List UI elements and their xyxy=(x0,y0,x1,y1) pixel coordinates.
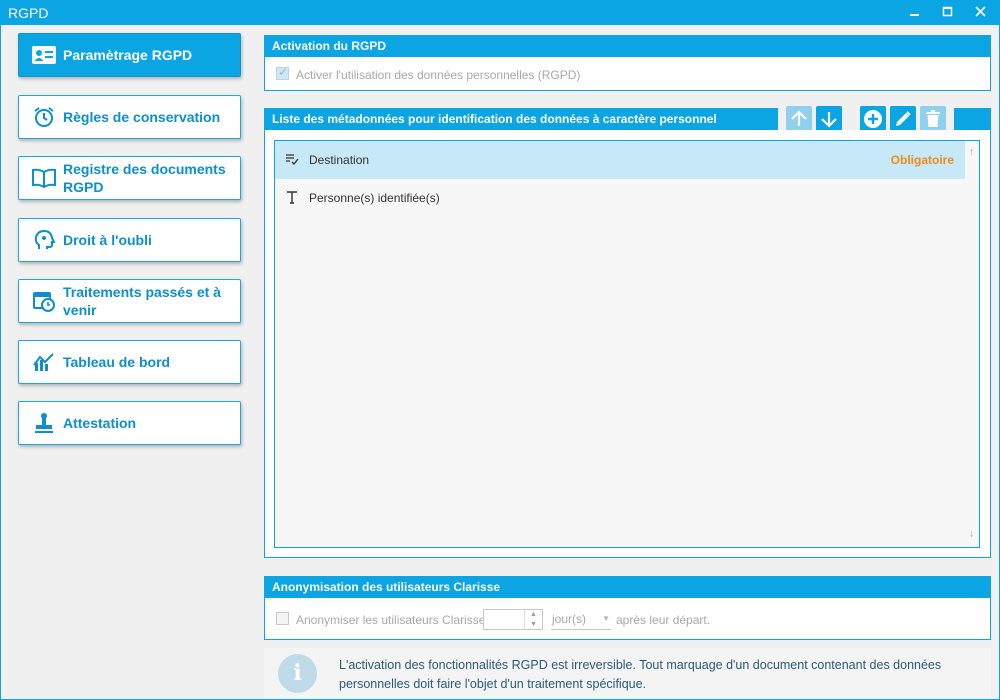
edit-button[interactable] xyxy=(890,106,916,132)
nav-label: Règles de conservation xyxy=(63,109,221,125)
nav-attestation[interactable]: Attestation xyxy=(18,401,241,445)
chart-trend-icon xyxy=(19,351,63,373)
calendar-clock-icon xyxy=(19,290,63,312)
nav-label: Registre des documents RGPD xyxy=(63,161,226,195)
minimize-icon xyxy=(910,14,919,16)
nav-label: Attestation xyxy=(63,415,137,431)
minimize-button[interactable] xyxy=(898,0,931,25)
anonymisation-panel: Anonymiser les utilisateurs Clarisse apr… xyxy=(264,598,991,640)
alarm-clock-icon xyxy=(19,106,63,128)
nav-label: Traitements passés et à venir xyxy=(63,284,221,318)
arrow-up-icon xyxy=(791,110,807,126)
activation-label: Activer l'utilisation des données person… xyxy=(296,68,581,82)
nav-regles-conservation[interactable]: Règles de conservation xyxy=(18,95,241,139)
metadata-header: Liste des métadonnées pour identificatio… xyxy=(264,108,778,130)
anonymisation-checkbox[interactable] xyxy=(276,612,289,625)
pencil-icon xyxy=(896,111,911,126)
id-card-icon xyxy=(19,46,63,64)
arrow-down-icon xyxy=(821,112,837,128)
anonymisation-suffix: après leur départ. xyxy=(616,613,711,627)
title-bar: RGPD xyxy=(0,0,1000,25)
anonymisation-header: Anonymisation des utilisateurs Clarisse xyxy=(264,576,991,598)
nav-label: Paramètrage RGPD xyxy=(63,47,193,63)
nav-droit-oubli[interactable]: Droit à l'oubli xyxy=(18,218,241,262)
unit-select[interactable]: jour(s) ▼ xyxy=(551,609,611,630)
nav-traitements[interactable]: Traitements passés et à venir xyxy=(18,279,241,323)
stepper-down-icon[interactable]: ▼ xyxy=(524,620,542,629)
info-message: L'activation des fonctionnalités RGPD es… xyxy=(339,658,942,691)
open-book-icon xyxy=(19,168,63,188)
move-down-button[interactable] xyxy=(816,106,842,132)
list-item-label: Personne(s) identifiée(s) xyxy=(309,191,440,205)
list-item-label: Destination xyxy=(309,153,370,167)
plus-circle-icon xyxy=(864,110,882,128)
text-type-icon xyxy=(285,190,299,204)
nav-label: Droit à l'oubli xyxy=(63,232,152,248)
close-icon xyxy=(975,6,986,17)
activation-panel: Activer l'utilisation des données person… xyxy=(264,57,991,91)
activation-checkbox[interactable] xyxy=(276,65,289,80)
list-scrollbar[interactable]: 🠕 🠗 xyxy=(964,141,979,547)
metadata-header-tail xyxy=(954,108,991,130)
stepper-up-icon[interactable]: ▲ xyxy=(524,610,542,619)
nav-registre-documents[interactable]: Registre des documents RGPD xyxy=(18,156,241,200)
info-icon: i xyxy=(278,654,317,693)
add-button[interactable] xyxy=(860,106,886,132)
head-profile-icon xyxy=(19,229,63,251)
list-item[interactable]: Destination Obligatoire xyxy=(275,141,965,179)
info-box: i L'activation des fonctionnalités RGPD … xyxy=(264,648,991,698)
chevron-down-icon: ▼ xyxy=(602,614,610,623)
mandatory-tag: Obligatoire xyxy=(890,153,954,167)
window-title: RGPD xyxy=(8,5,49,21)
delete-button[interactable] xyxy=(920,106,946,132)
nav-label: Tableau de bord xyxy=(63,354,171,370)
trash-icon xyxy=(926,110,940,127)
activation-header: Activation du RGPD xyxy=(264,35,991,57)
scroll-up-icon[interactable]: 🠕 xyxy=(964,145,979,161)
maximize-icon xyxy=(942,6,953,17)
unit-value: jour(s) xyxy=(552,612,587,626)
move-up-button[interactable] xyxy=(786,106,812,132)
nav-tableau-bord[interactable]: Tableau de bord xyxy=(18,340,241,384)
anonymisation-label: Anonymiser les utilisateurs Clarisse xyxy=(296,613,486,627)
maximize-button[interactable] xyxy=(931,0,964,25)
metadata-list: Destination Obligatoire Personne(s) iden… xyxy=(274,140,980,548)
days-stepper[interactable]: ▲ ▼ xyxy=(483,609,543,630)
nav-parametrage-rgpd[interactable]: Paramètrage RGPD xyxy=(18,33,241,77)
list-item[interactable]: Personne(s) identifiée(s) xyxy=(275,179,965,217)
list-check-icon xyxy=(285,152,299,166)
close-button[interactable] xyxy=(964,0,997,25)
stamp-icon xyxy=(19,412,63,434)
scroll-down-icon[interactable]: 🠗 xyxy=(964,527,979,543)
